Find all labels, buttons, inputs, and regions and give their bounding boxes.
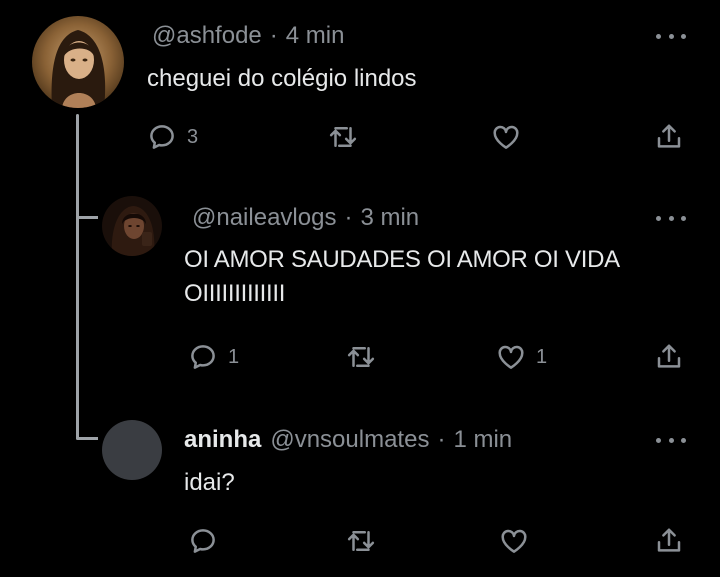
user-handle[interactable]: @naileavlogs [192,204,336,232]
share-button[interactable] [654,122,684,152]
reply-count: 1 [228,345,240,368]
retweet-button[interactable] [346,342,376,372]
separator: · [344,204,353,231]
tweet-header: @naileavlogs · 3 min [192,204,419,232]
like-button[interactable] [491,122,521,152]
thread-connector-branch [76,216,98,219]
retweet-button[interactable] [328,122,358,152]
more-icon[interactable] [656,435,686,445]
retweet-button[interactable] [346,526,376,556]
thread-connector-vertical [76,114,79,440]
retweet-icon [347,531,375,551]
tweet-thread: @ashfode · 4 min cheguei do colégio lind… [0,0,720,577]
like-button[interactable]: 1 [496,342,547,372]
display-name[interactable]: aninha [184,426,261,454]
separator: · [437,426,446,453]
share-icon [657,528,681,552]
tweet-text: cheguei do colégio lindos [147,65,417,92]
reply-button[interactable]: 3 [147,122,198,152]
timestamp[interactable]: 3 min [360,204,419,232]
reply-button[interactable] [188,526,218,556]
tweet-text-line: OIIIIIIIIIIIII [184,280,286,307]
tweet-text-line: OI AMOR SAUDADES OI AMOR OI VIDA [184,246,620,273]
timestamp[interactable]: 4 min [286,22,345,50]
like-icon [501,529,527,553]
user-handle[interactable]: @ashfode [152,22,262,50]
reply-icon [191,529,215,553]
like-button[interactable] [499,526,529,556]
retweet-icon [347,347,375,367]
tweet-text: OI AMOR SAUDADES OI AMOR OI VIDA OIIIIII… [184,243,620,311]
tweet-text: idai? [184,469,235,496]
reply-icon [150,125,174,149]
more-icon[interactable] [656,213,686,223]
reply-count: 3 [187,125,199,148]
reply-button[interactable]: 1 [188,342,239,372]
share-icon [657,344,681,368]
share-button[interactable] [654,526,684,556]
avatar[interactable] [102,420,162,480]
separator: · [269,22,278,49]
user-handle[interactable]: @vnsoulmates [270,426,429,454]
thread-connector-branch [76,437,98,440]
share-button[interactable] [654,342,684,372]
more-icon[interactable] [656,31,686,41]
share-icon [657,124,681,148]
reply-icon [191,345,215,369]
like-icon [493,125,519,149]
tweet-header: aninha @vnsoulmates · 1 min [184,426,512,454]
avatar[interactable] [32,16,124,108]
like-icon [498,345,524,369]
retweet-icon [329,127,357,147]
tweet-header: @ashfode · 4 min [152,22,344,50]
timestamp[interactable]: 1 min [453,426,512,454]
avatar[interactable] [102,196,162,256]
like-count: 1 [536,345,548,368]
